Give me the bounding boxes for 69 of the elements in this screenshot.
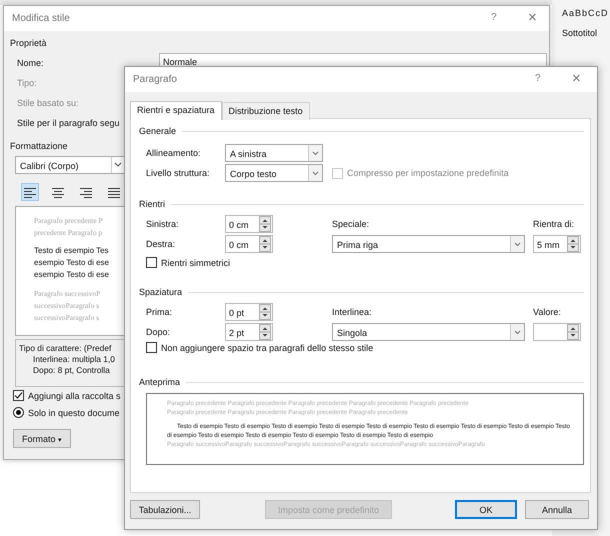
caret-icon: [308, 165, 322, 181]
description-text: Tipo di carattere: (Predef: [19, 343, 112, 354]
spacing-before-field[interactable]: 0 pt: [225, 303, 273, 321]
checkbox-label: Non aggiungere spazio tra paragrafi dello stesso stile: [161, 342, 374, 352]
section-heading: Anteprima: [139, 377, 180, 387]
section-heading: Formattazione: [10, 140, 68, 153]
field-label: Allineamento:: [146, 148, 202, 158]
section-heading: Rientri: [139, 199, 166, 209]
special-indent-dropdown[interactable]: Prima riga: [332, 235, 525, 253]
checkbox[interactable]: [146, 342, 157, 353]
field-label: Valore:: [533, 307, 562, 317]
spacing-after-field[interactable]: 2 pt: [225, 323, 273, 341]
section-heading: Proprietà: [10, 37, 47, 50]
preview-text: esempio Testo di ese: [34, 257, 110, 269]
line-spacing-dropdown[interactable]: Singola: [332, 323, 525, 341]
description-text: Dopo: 8 pt, Controlla: [32, 365, 111, 376]
spin-buttons-icon[interactable]: [259, 216, 271, 232]
checkbox[interactable]: [13, 390, 24, 401]
option-label: Solo in questo docume: [28, 408, 120, 418]
close-button[interactable]: ×: [528, 10, 537, 25]
help-button[interactable]: ?: [535, 73, 541, 84]
field-label: Interlinea:: [332, 307, 373, 317]
checkbox[interactable]: [146, 257, 157, 268]
spin-buttons-icon[interactable]: [259, 236, 271, 252]
tab[interactable]: Distribuzione testo: [222, 102, 310, 120]
description-text: Interlinea: multipla 1,0: [32, 354, 116, 365]
help-button[interactable]: ?: [491, 12, 497, 23]
radio-button[interactable]: [13, 407, 24, 418]
option-label: Aggiungi alla raccolta s: [28, 390, 121, 400]
indent-by-field[interactable]: 5 mm: [533, 235, 581, 253]
field-label: Stile basato su:: [17, 98, 80, 108]
field-label: Livello struttura:: [146, 168, 211, 178]
spin-buttons-icon[interactable]: [567, 324, 579, 340]
spin-buttons-icon[interactable]: [259, 304, 271, 320]
dialog-button[interactable]: Annulla: [525, 500, 589, 519]
field-label: Rientra di:: [533, 219, 576, 229]
alignment-dropdown[interactable]: A sinistra: [225, 144, 323, 162]
field-label: Destra:: [146, 239, 176, 249]
preview-text: esempio Testo di ese: [34, 269, 110, 281]
caret-icon: [510, 236, 524, 252]
font-dropdown[interactable]: Calibri (Corpo): [15, 156, 125, 174]
preview-text: Testo di esempio Tes: [34, 245, 110, 257]
spin-buttons-icon[interactable]: [567, 236, 579, 252]
window-title: Modifica stile: [12, 13, 70, 24]
section-heading: Spaziatura: [139, 287, 182, 297]
spacing-value-field[interactable]: [533, 323, 581, 341]
dialog-button[interactable]: Tabulazioni...: [130, 500, 200, 519]
align-left-icon[interactable]: [21, 183, 39, 201]
field-label: Speciale:: [332, 219, 370, 229]
field-label: Nome:: [17, 58, 45, 68]
tab[interactable]: Rientri e spaziatura: [130, 101, 222, 120]
dialog-button[interactable]: OK: [455, 500, 517, 519]
checkbox-label: Compresso per impostazione predefinita: [347, 168, 509, 178]
close-button[interactable]: ×: [572, 71, 581, 86]
spin-buttons-icon[interactable]: [259, 324, 271, 340]
indent-left-field[interactable]: 0 cm: [225, 215, 273, 233]
field-label: Sinistra:: [146, 219, 180, 229]
style-name[interactable]: Sottotitol: [562, 28, 610, 38]
field-label: Prima:: [146, 307, 174, 317]
section-heading: Generale: [139, 126, 176, 136]
caret-icon: [308, 145, 322, 161]
field-label: Dopo:: [146, 327, 172, 337]
indent-right-field[interactable]: 0 cm: [225, 235, 273, 253]
field-label: Stile per il paragrafo segu: [17, 118, 121, 128]
window-title: Paragrafo: [133, 74, 177, 85]
checkbox-label: Rientri simmetrici: [161, 258, 230, 268]
style-preview[interactable]: AaBbCcD: [562, 8, 610, 18]
caret-icon: [510, 324, 524, 340]
outline-level-dropdown[interactable]: Corpo testo: [225, 164, 323, 182]
